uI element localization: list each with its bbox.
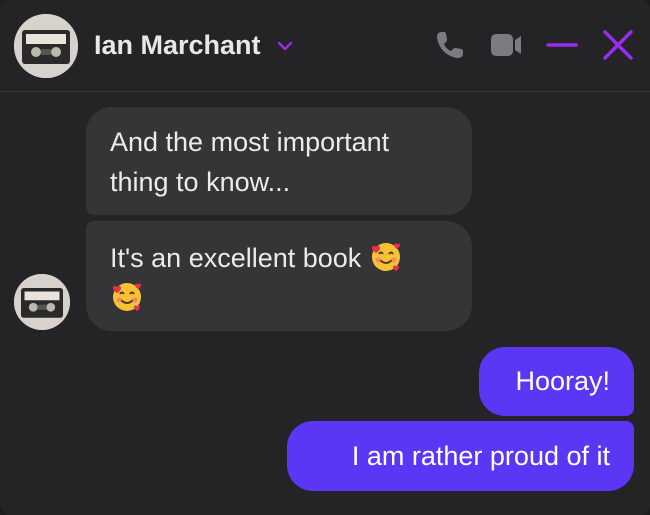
cassette-tape-icon	[14, 274, 70, 330]
chat-window: Ian Marchant And the most important thin…	[0, 0, 650, 515]
close-icon	[603, 30, 633, 60]
call-button[interactable]	[433, 28, 467, 62]
message-text: It's an excellent book	[110, 243, 362, 273]
message-bubble-incoming[interactable]: And the most important thing to know...	[86, 107, 472, 215]
message-text: I am rather proud of it	[351, 441, 610, 471]
message-bubble-outgoing[interactable]: I am rather proud of it	[287, 421, 634, 491]
phone-icon	[437, 32, 463, 58]
message-text: Hooray!	[515, 366, 610, 396]
sender-avatar[interactable]	[14, 274, 70, 330]
minimize-icon	[546, 43, 578, 47]
chevron-down-icon	[277, 41, 292, 50]
video-call-button[interactable]	[489, 28, 523, 62]
contact-name: Ian Marchant	[94, 30, 261, 60]
contact-name-dropdown[interactable]: Ian Marchant	[94, 30, 295, 61]
smiling-face-with-hearts-icon	[369, 239, 403, 273]
chat-header: Ian Marchant	[0, 0, 650, 92]
minimize-button[interactable]	[545, 28, 579, 62]
message-bubble-incoming[interactable]: It's an excellent book	[86, 221, 472, 331]
contact-avatar[interactable]	[14, 14, 78, 78]
cassette-tape-icon	[14, 14, 78, 78]
smiling-face-with-hearts-icon	[110, 279, 144, 313]
message-bubble-outgoing[interactable]: Hooray!	[479, 347, 634, 416]
message-text: And the most important thing to know...	[110, 127, 390, 197]
close-button[interactable]	[601, 28, 635, 62]
video-camera-icon	[491, 34, 521, 56]
